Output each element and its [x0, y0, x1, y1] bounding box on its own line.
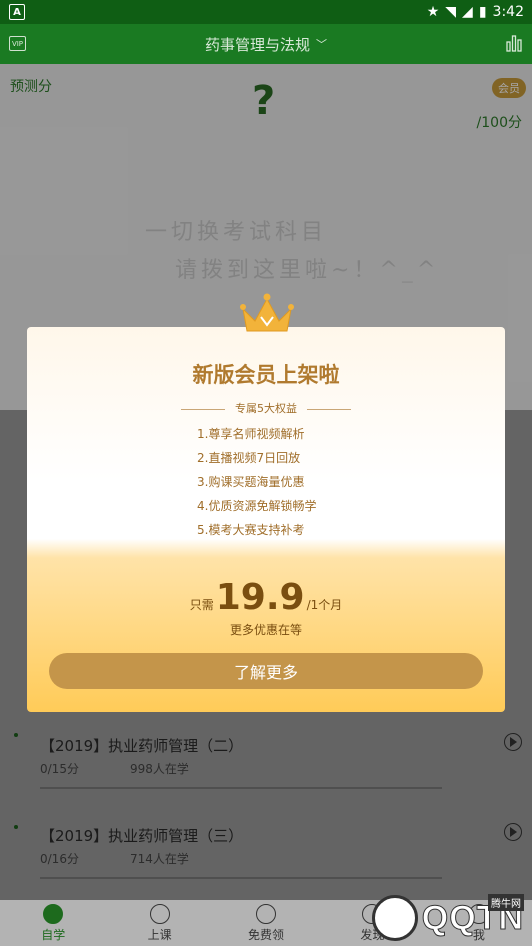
tab-self-study[interactable]: 自学 — [0, 900, 106, 946]
status-bar: A ★ ◥ ◢ ▮ 3:42 — [0, 0, 532, 24]
watermark-small: 腾牛网 — [488, 894, 524, 911]
bar-chart-icon[interactable] — [506, 34, 522, 52]
perks-heading: 专属5大权益 — [27, 400, 505, 416]
crown-icon — [240, 293, 294, 332]
subject-title[interactable]: 药事管理与法规 — [205, 34, 310, 55]
perk-item: 3.购课买题海量优惠 — [197, 475, 305, 489]
play-circle-icon — [149, 903, 170, 924]
clock: 3:42 — [492, 4, 524, 20]
price-row: 只需19.9/1个月 — [27, 577, 505, 618]
signal-icon: ◢ — [462, 4, 473, 20]
learn-more-button[interactable]: 了解更多 — [49, 653, 483, 689]
perk-item: 1.尊享名师视频解析 — [197, 427, 305, 441]
tab-class[interactable]: 上课 — [106, 900, 212, 946]
self-study-icon — [43, 903, 64, 924]
gift-icon — [256, 903, 277, 924]
vip-icon[interactable]: VIP — [9, 36, 26, 51]
star-icon: ★ — [426, 4, 440, 20]
divider — [307, 408, 351, 410]
wifi-icon: ◥ — [445, 4, 457, 20]
perks-heading-text: 专属5大权益 — [235, 402, 297, 415]
tab-label: 上课 — [147, 927, 172, 942]
price-amount: 19.9 — [215, 577, 305, 618]
watermark-logo-icon — [371, 895, 418, 941]
perk-item: 2.直播视频7日回放 — [197, 451, 301, 465]
more-offers-text: 更多优惠在等 — [229, 623, 302, 637]
tab-free[interactable]: 免费领 — [213, 900, 319, 946]
tab-label: 免费领 — [248, 927, 285, 942]
tab-label: 自学 — [41, 927, 66, 942]
modal-title: 新版会员上架啦 — [192, 363, 340, 387]
divider — [181, 408, 225, 410]
perk-item: 4.优质资源免解锁畅学 — [197, 499, 317, 513]
watermark: QQTN 腾牛网 — [312, 890, 532, 946]
membership-modal: 新版会员上架啦 专属5大权益 1.尊享名师视频解析 2.直播视频7日回放 3.购… — [27, 293, 505, 712]
chevron-down-icon[interactable]: ﹀ — [316, 36, 327, 52]
price-prefix: 只需 — [189, 598, 214, 612]
price-suffix: /1个月 — [306, 598, 343, 612]
perk-item: 5.模考大赛支持补考 — [197, 523, 305, 537]
top-nav: VIP 药事管理与法规 ﹀ — [0, 24, 532, 64]
battery-icon: ▮ — [478, 4, 487, 20]
app-notification-icon: A — [9, 4, 25, 20]
